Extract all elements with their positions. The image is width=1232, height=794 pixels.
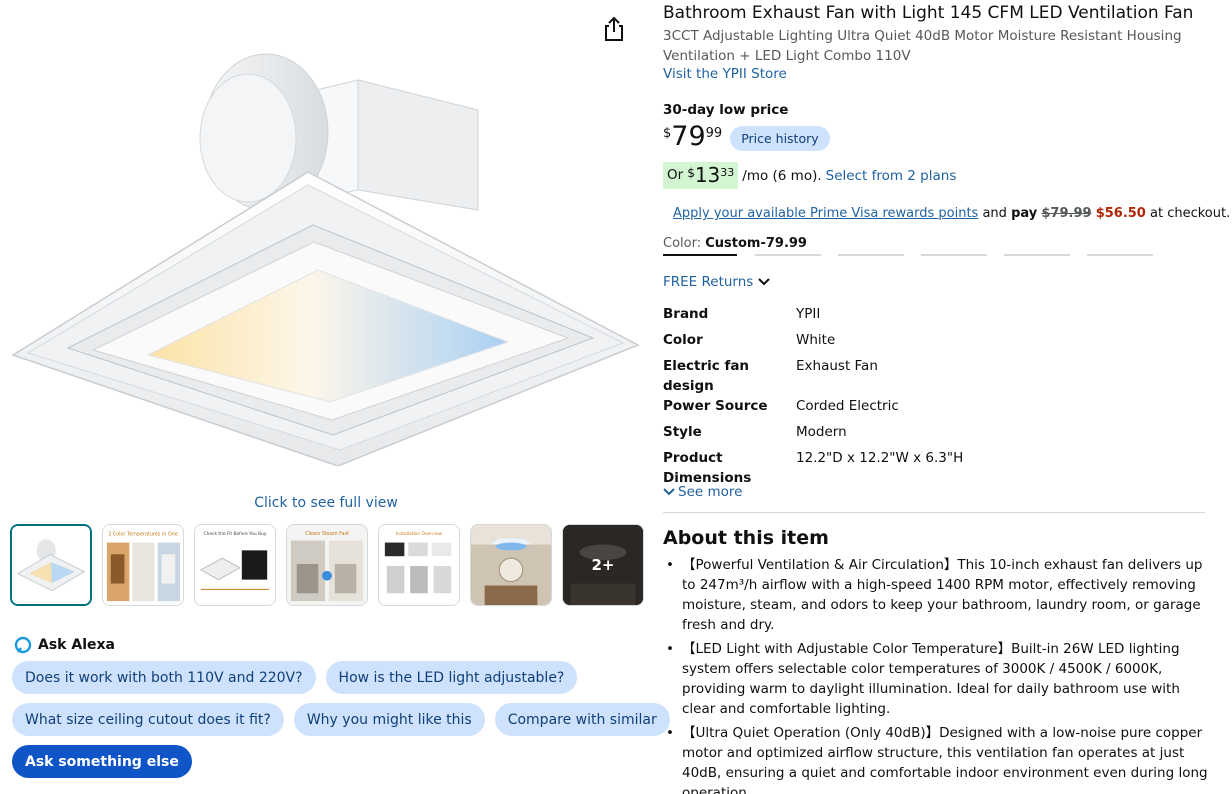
chevron-down-icon — [758, 278, 771, 286]
spec-key: Power Source — [663, 398, 768, 414]
spec-value: Exhaust Fan — [796, 358, 878, 374]
product-subtitle: 3CCT Adjustable Lighting Ultra Quiet 40d… — [663, 28, 1182, 64]
about-bullet: 【Ultra Quiet Operation (Only 40dB)】Desig… — [663, 723, 1208, 794]
monthly-suffix: /mo (6 mo). — [742, 167, 822, 184]
prime-new-price: $56.50 — [1095, 206, 1146, 221]
see-more-label: See more — [678, 484, 743, 500]
ask-alexa-header: Ask Alexa — [14, 636, 115, 654]
monthly-currency: $ — [687, 166, 695, 180]
store-link[interactable]: Visit the YPII Store — [663, 66, 787, 82]
spec-key: Style — [663, 424, 702, 440]
swatch-5[interactable] — [1004, 254, 1070, 256]
spec-key: Electric fan design — [663, 358, 750, 394]
spec-row: Power Source Corded Electric — [663, 396, 1203, 422]
monthly-prefix: Or — [667, 167, 684, 183]
thumbnail-strip: 3 Color Temperatures In One Check the Fi… — [10, 524, 644, 606]
spec-key: Product Dimensions — [663, 450, 752, 486]
spec-row: Product Dimensions 12.2"D x 12.2"W x 6.3… — [663, 448, 1203, 488]
spec-key: Brand — [663, 306, 709, 322]
alexa-icon — [14, 636, 32, 654]
alexa-chip-why[interactable]: Why you might like this — [293, 703, 485, 736]
color-label: Color: — [663, 236, 702, 251]
spec-value: Modern — [796, 424, 847, 440]
prime-suffix: at checkout. — [1150, 206, 1231, 221]
swatch-4[interactable] — [921, 254, 987, 256]
alexa-chip-led[interactable]: How is the LED light adjustable? — [325, 661, 578, 694]
alexa-chip-compare[interactable]: Compare with similar — [494, 703, 670, 736]
prime-old-price: $79.99 — [1041, 206, 1092, 221]
ask-alexa-title: Ask Alexa — [38, 637, 115, 653]
thumbnail-caption-1: 3 Color Temperatures In One — [108, 532, 178, 538]
price-fraction: 99 — [705, 126, 723, 141]
alexa-suggestions: Does it work with both 110V and 220V? Ho… — [12, 661, 670, 787]
monthly-fraction: 33 — [720, 166, 735, 179]
swatch-2[interactable] — [755, 254, 821, 256]
prime-rewards-link[interactable]: Apply your available Prime Visa rewards … — [673, 206, 978, 221]
spec-value: 12.2"D x 12.2"W x 6.3"H — [796, 450, 964, 466]
about-title: About this item — [663, 527, 829, 549]
spec-value: White — [796, 332, 836, 348]
spec-row: Color White — [663, 330, 1203, 356]
share-icon[interactable] — [600, 14, 628, 44]
see-more-link[interactable]: See more — [663, 484, 742, 500]
thumbnail-caption-4: Installation Overview — [396, 531, 443, 537]
price-block: $ 79 99 Price history — [663, 122, 830, 152]
alexa-chip-voltage[interactable]: Does it work with both 110V and 220V? — [12, 661, 316, 694]
spec-row: Style Modern — [663, 422, 1203, 448]
thumbnail-5[interactable]: Installation Overview — [378, 524, 460, 606]
product-main-image[interactable] — [8, 20, 640, 467]
monthly-whole: 13 — [694, 163, 721, 187]
thumbnail-caption-2: Check the Fit Before You Buy — [204, 531, 267, 537]
spec-value: Corded Electric — [796, 398, 899, 414]
prime-pay: pay — [1011, 206, 1038, 221]
more-thumbnails-count: 2+ — [591, 556, 615, 574]
swatch-6[interactable] — [1087, 254, 1153, 256]
product-title: Bathroom Exhaust Fan with Light 145 CFM … — [663, 3, 1194, 23]
monthly-payment: Or $ 13 33 /mo (6 mo). Select from 2 pla… — [663, 162, 956, 189]
thumbnail-4[interactable]: Clears Steam Fast — [286, 524, 368, 606]
price-currency: $ — [663, 126, 672, 141]
spec-row: Brand YPII — [663, 304, 1203, 330]
price-whole: 79 — [671, 121, 706, 152]
spec-value: YPII — [796, 306, 821, 322]
ask-something-else-button[interactable]: Ask something else — [12, 745, 192, 778]
spec-key: Color — [663, 332, 703, 348]
alexa-chip-cutout[interactable]: What size ceiling cutout does it fit? — [12, 703, 284, 736]
section-divider — [663, 512, 1205, 513]
spec-row: Electric fan design Exhaust Fan — [663, 356, 1203, 396]
spec-table: Brand YPII Color White Electric fan desi… — [663, 304, 1203, 488]
about-bullet: 【LED Light with Adjustable Color Tempera… — [663, 639, 1208, 719]
prime-rewards-line: Apply your available Prime Visa rewards … — [673, 206, 1230, 221]
full-view-link[interactable]: Click to see full view — [0, 495, 652, 511]
chevron-down-icon — [663, 488, 675, 496]
thumbnail-1[interactable] — [10, 524, 92, 606]
monthly-price-box: Or $ 13 33 — [663, 162, 739, 189]
color-value: Custom-79.99 — [705, 236, 807, 251]
free-returns-link[interactable]: FREE Returns — [663, 274, 771, 290]
thumbnail-caption-3: Clears Steam Fast — [305, 531, 349, 537]
thumbnail-2[interactable]: 3 Color Temperatures In One — [102, 524, 184, 606]
about-bullets: 【Powerful Ventilation & Air Circulation】… — [663, 555, 1208, 794]
thumbnail-more[interactable]: 2+ — [562, 524, 644, 606]
free-returns-label: FREE Returns — [663, 274, 754, 290]
thumbnail-6[interactable] — [470, 524, 552, 606]
swatch-3[interactable] — [838, 254, 904, 256]
thumbnail-3[interactable]: Check the Fit Before You Buy — [194, 524, 276, 606]
about-bullet: 【Powerful Ventilation & Air Circulation】… — [663, 555, 1208, 635]
select-plans-link[interactable]: Select from 2 plans — [826, 168, 957, 184]
swatch-1[interactable] — [663, 254, 737, 256]
prime-and: and — [982, 206, 1007, 221]
low-price-badge: 30-day low price — [663, 102, 789, 118]
color-selector-label: Color: Custom-79.99 — [663, 236, 807, 251]
price-history-button[interactable]: Price history — [730, 126, 830, 151]
